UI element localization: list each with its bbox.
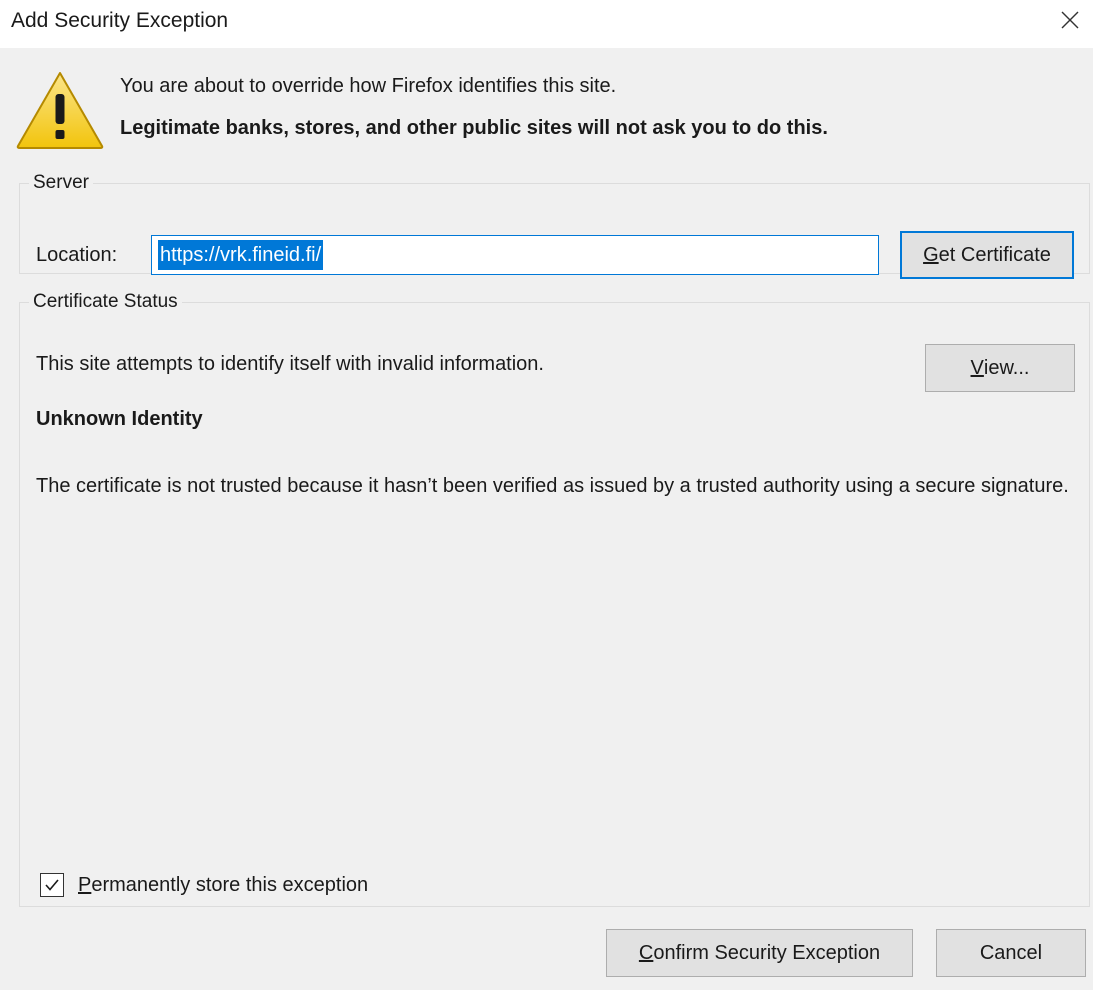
certificate-status-group: Certificate Status This site attempts to…: [19, 291, 1090, 907]
confirm-label: onfirm Security Exception: [653, 941, 881, 964]
warning-triangle-icon: [16, 72, 104, 149]
server-legend: Server: [33, 172, 89, 193]
get-certificate-button[interactable]: Get Certificate: [900, 231, 1074, 279]
location-label: Location:: [36, 244, 118, 266]
title-bar: Add Security Exception: [0, 0, 1093, 48]
certificate-status-legend: Certificate Status: [33, 291, 178, 312]
confirm-security-exception-button[interactable]: Confirm Security Exception: [606, 929, 913, 977]
close-icon: [1061, 11, 1079, 29]
permanent-store-text: ermanently store this exception: [91, 873, 369, 896]
get-certificate-accel: G: [923, 243, 939, 266]
warning-line-2: Legitimate banks, stores, and other publ…: [120, 117, 828, 139]
checkmark-icon: [45, 879, 59, 891]
identity-description: The certificate is not trusted because i…: [36, 475, 1069, 497]
server-group: Server Location: https://vrk.fineid.fi/ …: [19, 172, 1090, 279]
get-certificate-label: et Certificate: [938, 243, 1051, 266]
permanent-store-accel: P: [78, 873, 92, 896]
warning-line-1: You are about to override how Firefox id…: [120, 75, 617, 97]
location-value: https://vrk.fineid.fi/: [158, 240, 324, 270]
cancel-button[interactable]: Cancel: [936, 929, 1086, 977]
view-button[interactable]: View...: [925, 344, 1075, 392]
view-label: iew...: [983, 356, 1030, 379]
permanent-store-checkbox[interactable]: [40, 873, 64, 897]
confirm-accel: C: [638, 941, 654, 964]
permanent-store-checkbox-row[interactable]: Permanently store this exception: [40, 873, 368, 897]
status-text: This site attempts to identify itself wi…: [36, 353, 544, 375]
dialog-body: You are about to override how Firefox id…: [0, 48, 1093, 990]
permanent-store-label: Permanently store this exception: [78, 874, 368, 897]
dialog-title: Add Security Exception: [11, 9, 229, 32]
view-accel: V: [970, 356, 984, 379]
location-input[interactable]: https://vrk.fineid.fi/: [151, 235, 879, 275]
identity-title: Unknown Identity: [36, 408, 203, 430]
close-button[interactable]: [1047, 0, 1093, 40]
